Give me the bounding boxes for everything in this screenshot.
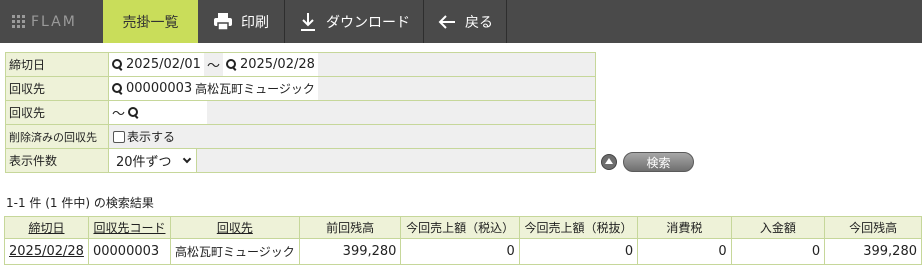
show-deleted-checkbox[interactable]: 表示する bbox=[109, 125, 595, 148]
collection-from-label: 回収先 bbox=[6, 77, 109, 100]
col-current-balance: 今回残高 bbox=[824, 216, 922, 239]
printer-icon bbox=[213, 12, 233, 32]
logo-text: FLAM bbox=[31, 13, 77, 30]
toggle-form-icon[interactable] bbox=[601, 154, 617, 170]
print-label: 印刷 bbox=[241, 14, 269, 31]
col-previous-balance: 前回残高 bbox=[298, 216, 402, 239]
page-size-select[interactable]: 20件ずつ bbox=[109, 149, 197, 172]
result-summary: 1-1 件 (1 件中) の検索結果 bbox=[6, 196, 154, 210]
top-bar: FLAM 売掛一覧 印刷 ダウンロード 戻る bbox=[0, 0, 922, 43]
collection-to-field[interactable]: ～ bbox=[109, 101, 207, 124]
search-icon[interactable] bbox=[225, 59, 237, 70]
download-label: ダウンロード bbox=[326, 14, 410, 31]
row-collection-to: 回収先 ～ bbox=[6, 101, 596, 125]
row-deleted-collection: 削除済みの回収先 表示する bbox=[6, 125, 596, 149]
col-consumption-tax: 消費税 bbox=[637, 216, 732, 239]
col-collection-name[interactable]: 回収先 bbox=[169, 216, 300, 239]
search-form: 締切日 2025/02/01 ～ 2025/02/28 回収先 00000003… bbox=[5, 52, 596, 173]
page-size-label: 表示件数 bbox=[6, 149, 109, 172]
back-button[interactable]: 戻る bbox=[424, 0, 507, 43]
collection-from-field[interactable]: 00000003 高松瓦町ミュージック bbox=[109, 77, 318, 100]
collection-from-name: 高松瓦町ミュージック bbox=[195, 82, 315, 96]
col-sales-excl-tax: 今回売上額（税抜） bbox=[518, 216, 639, 239]
cell-closing-date-link[interactable]: 2025/02/28 bbox=[4, 238, 89, 265]
tab-receivables-list[interactable]: 売掛一覧 bbox=[103, 0, 198, 43]
receivables-table: 締切日 回収先コード 回収先 前回残高 今回売上額（税込） 今回売上額（税抜） … bbox=[4, 216, 922, 265]
chevron-down-icon bbox=[182, 154, 191, 164]
tab-label: 売掛一覧 bbox=[122, 14, 179, 31]
download-icon bbox=[298, 12, 318, 32]
cell-sales-incl-tax: 0 bbox=[400, 238, 520, 265]
print-button[interactable]: 印刷 bbox=[198, 0, 285, 43]
col-closing-date[interactable]: 締切日 bbox=[4, 216, 89, 239]
cell-collection-name: 高松瓦町ミュージック bbox=[169, 238, 300, 265]
checkbox[interactable] bbox=[113, 130, 125, 143]
collection-to-label: 回収先 bbox=[6, 101, 109, 124]
cell-current-balance: 399,280 bbox=[824, 238, 922, 265]
table-row: 2025/02/28 00000003 高松瓦町ミュージック 399,280 0… bbox=[4, 238, 922, 265]
closing-date-to-field[interactable]: 2025/02/28 bbox=[222, 53, 318, 76]
cell-previous-balance: 399,280 bbox=[298, 238, 402, 265]
cell-collection-code: 00000003 bbox=[87, 238, 171, 265]
arrow-left-icon bbox=[437, 12, 457, 32]
search-icon[interactable] bbox=[112, 59, 123, 70]
range-separator: ～ bbox=[112, 107, 126, 122]
row-collection-from: 回収先 00000003 高松瓦町ミュージック bbox=[6, 77, 596, 101]
closing-date-label: 締切日 bbox=[6, 53, 109, 76]
search-icon[interactable] bbox=[128, 107, 139, 118]
flam-logo: FLAM bbox=[0, 0, 103, 43]
back-label: 戻る bbox=[465, 14, 493, 31]
col-sales-incl-tax: 今回売上額（税込） bbox=[400, 216, 520, 239]
cell-sales-excl-tax: 0 bbox=[518, 238, 639, 265]
cell-consumption-tax: 0 bbox=[637, 238, 732, 265]
search-icon[interactable] bbox=[112, 83, 123, 94]
range-separator: ～ bbox=[206, 59, 220, 74]
col-collection-code[interactable]: 回収先コード bbox=[87, 216, 171, 239]
table-header-row: 締切日 回収先コード 回収先 前回残高 今回売上額（税込） 今回売上額（税抜） … bbox=[4, 216, 922, 239]
download-button[interactable]: ダウンロード bbox=[285, 0, 424, 43]
deleted-collection-label: 削除済みの回収先 bbox=[6, 125, 109, 148]
col-payment: 入金額 bbox=[730, 216, 826, 239]
closing-date-from-field[interactable]: 2025/02/01 bbox=[109, 53, 204, 76]
show-deleted-label: 表示する bbox=[127, 130, 176, 144]
search-button[interactable]: 検索 bbox=[623, 152, 694, 172]
row-closing-date: 締切日 2025/02/01 ～ 2025/02/28 bbox=[6, 53, 596, 77]
cell-payment: 0 bbox=[730, 238, 826, 265]
row-page-size: 表示件数 20件ずつ bbox=[6, 149, 596, 173]
logo-mark-icon bbox=[12, 15, 25, 28]
